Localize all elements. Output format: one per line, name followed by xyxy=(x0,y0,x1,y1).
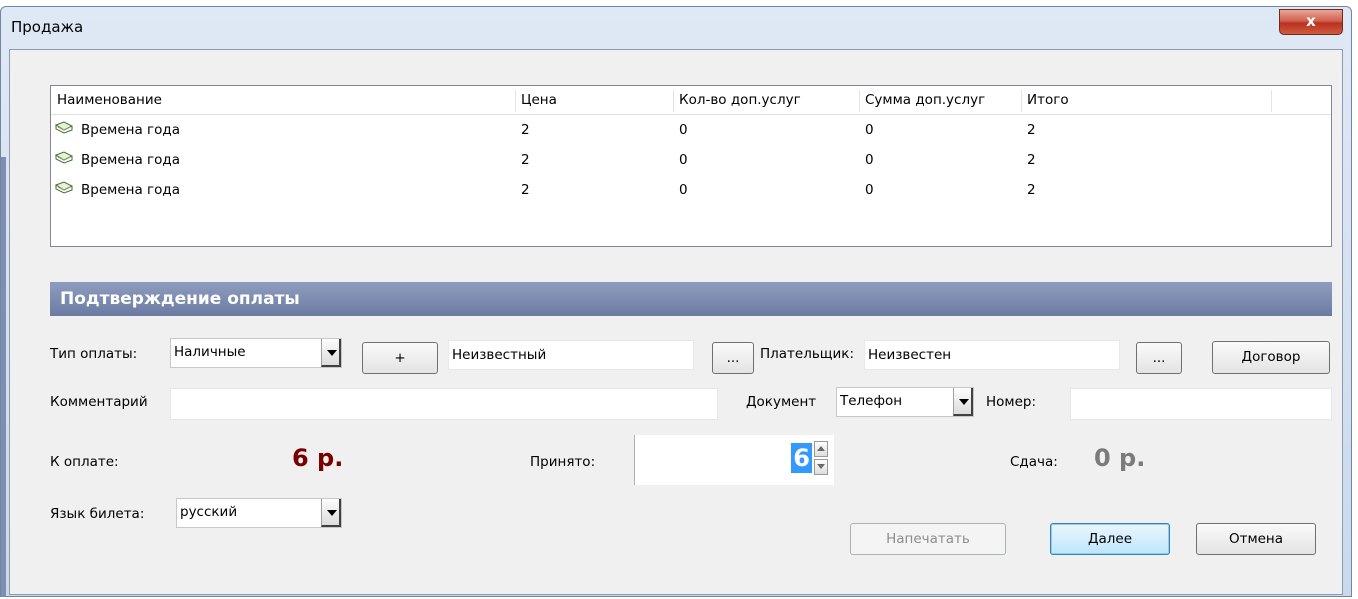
column-name[interactable]: Наименование xyxy=(57,86,162,114)
book-icon xyxy=(55,121,73,134)
close-button[interactable]: x xyxy=(1279,9,1343,35)
amount-due-label: К оплате: xyxy=(50,454,119,470)
print-button[interactable]: Напечатать xyxy=(850,523,1006,555)
payment-type-value: Наличные xyxy=(174,344,246,360)
chevron-down-icon[interactable] xyxy=(321,339,341,367)
accepted-value[interactable]: 6 xyxy=(791,443,812,473)
cell-price: 2 xyxy=(521,152,530,168)
spin-up-icon[interactable] xyxy=(814,441,828,457)
cell-name: Времена года xyxy=(81,152,180,168)
ticket-language-label: Язык билета: xyxy=(50,506,145,522)
cell-price: 2 xyxy=(521,182,530,198)
cell-extra-sum: 0 xyxy=(865,152,874,168)
column-price[interactable]: Цена xyxy=(521,86,557,114)
comment-input[interactable] xyxy=(170,388,718,420)
number-input[interactable] xyxy=(1070,388,1332,420)
accepted-spinner[interactable]: 6 xyxy=(634,435,834,485)
cell-extra-count: 0 xyxy=(679,152,688,168)
cell-extra-count: 0 xyxy=(679,122,688,138)
window-left-accent xyxy=(1,157,6,597)
change-label: Сдача: xyxy=(1010,454,1058,470)
spin-down-icon[interactable] xyxy=(814,459,828,475)
browse-button[interactable]: ... xyxy=(712,342,754,374)
contract-button[interactable]: Договор xyxy=(1212,341,1330,374)
dialog-client-area: Наименование Цена Кол-во доп.услуг Сумма… xyxy=(9,49,1343,595)
table-row[interactable]: Времена года 2 0 0 2 xyxy=(51,115,1331,145)
column-separator xyxy=(1021,90,1022,112)
chevron-down-icon[interactable] xyxy=(953,388,973,416)
cell-extra-sum: 0 xyxy=(865,182,874,198)
cell-extra-sum: 0 xyxy=(865,122,874,138)
next-button[interactable]: Далее xyxy=(1050,523,1170,555)
order-table[interactable]: Наименование Цена Кол-во доп.услуг Сумма… xyxy=(50,85,1332,247)
cell-total: 2 xyxy=(1027,182,1036,198)
table-row[interactable]: Времена года 2 0 0 2 xyxy=(51,145,1331,175)
document-select[interactable]: Телефон xyxy=(836,387,974,417)
column-extra-sum[interactable]: Сумма доп.услуг xyxy=(865,86,985,114)
accepted-label: Принято: xyxy=(530,454,596,470)
payer-label: Плательщик: xyxy=(760,346,854,362)
number-label: Номер: xyxy=(986,394,1037,410)
payment-section-header: Подтверждение оплаты xyxy=(50,282,1332,316)
cell-price: 2 xyxy=(521,122,530,138)
column-separator xyxy=(673,90,674,112)
cell-extra-count: 0 xyxy=(679,182,688,198)
cancel-button[interactable]: Отмена xyxy=(1196,523,1316,555)
cell-total: 2 xyxy=(1027,122,1036,138)
sale-dialog: Продажа x Наименование Цена Кол-во доп.у… xyxy=(0,6,1352,597)
unknown-field[interactable]: Неизвестный xyxy=(448,340,694,370)
column-extra-count[interactable]: Кол-во доп.услуг xyxy=(679,86,801,114)
comment-label: Комментарий xyxy=(50,394,148,410)
ticket-language-select[interactable]: русский xyxy=(176,498,342,528)
cell-name: Времена года xyxy=(81,182,180,198)
payment-type-select[interactable]: Наличные xyxy=(170,338,342,368)
document-value: Телефон xyxy=(840,393,903,409)
column-separator xyxy=(1271,90,1272,112)
payment-type-label: Тип оплаты: xyxy=(50,346,138,362)
amount-due-value: 6 р. xyxy=(292,444,344,472)
column-separator xyxy=(859,90,860,112)
payer-field[interactable]: Неизвестен xyxy=(864,340,1120,370)
payer-browse-button[interactable]: ... xyxy=(1136,342,1182,374)
document-label: Документ xyxy=(746,394,817,410)
close-icon: x xyxy=(1306,12,1316,30)
cell-total: 2 xyxy=(1027,152,1036,168)
table-header: Наименование Цена Кол-во доп.услуг Сумма… xyxy=(51,86,1331,115)
add-payment-button[interactable]: + xyxy=(362,342,438,374)
change-value: 0 р. xyxy=(1094,444,1146,472)
ticket-language-value: русский xyxy=(180,504,238,520)
column-separator xyxy=(515,90,516,112)
window-title: Продажа xyxy=(11,18,84,36)
book-icon xyxy=(55,181,73,194)
book-icon xyxy=(55,151,73,164)
chevron-down-icon[interactable] xyxy=(321,499,341,527)
cell-name: Времена года xyxy=(81,122,180,138)
column-total[interactable]: Итого xyxy=(1027,86,1069,114)
title-bar: Продажа x xyxy=(1,7,1351,49)
table-row[interactable]: Времена года 2 0 0 2 xyxy=(51,175,1331,205)
